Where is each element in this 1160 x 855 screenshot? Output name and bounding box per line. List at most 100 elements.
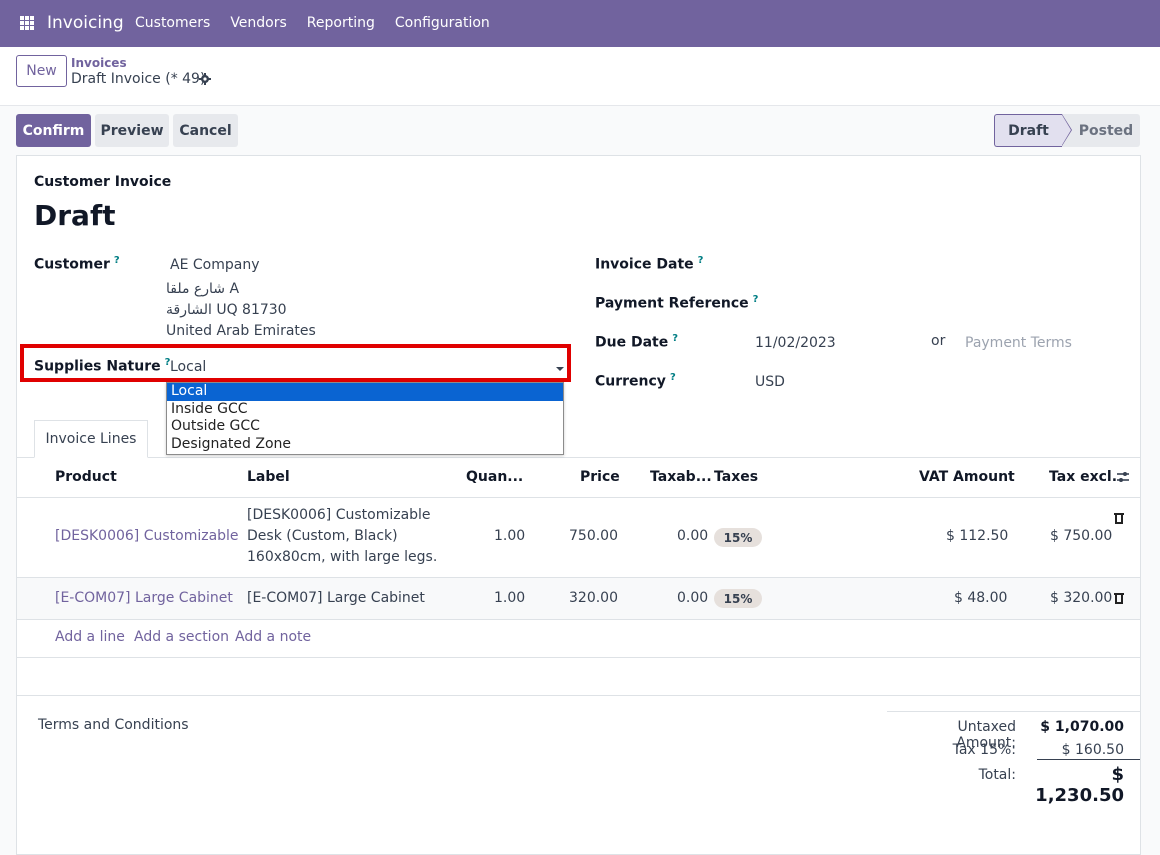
currency-label: Currency? [595, 372, 676, 390]
customer-label: Customer? [34, 255, 120, 273]
help-icon[interactable]: ? [114, 255, 120, 266]
help-icon[interactable]: ? [672, 333, 678, 344]
row2-vat-amount: $ 48.00 [954, 590, 1008, 606]
payment-reference-label: Payment Reference? [595, 294, 758, 312]
address-line-1: شارع ملقا A [166, 281, 240, 297]
row2-label[interactable]: [E-COM07] Large Cabinet [247, 590, 425, 606]
row2-tax-badge[interactable]: 15% [714, 589, 762, 608]
row1-tax-excl: $ 750.00 [1050, 528, 1113, 544]
col-label[interactable]: Label [247, 469, 290, 485]
row1-tax-badge[interactable]: 15% [714, 528, 762, 547]
tab-divider [17, 457, 1140, 458]
form-sheet: Customer Invoice Draft Customer? AE Comp… [16, 155, 1141, 855]
invoice-date-label: Invoice Date? [595, 255, 703, 273]
col-tax-excl[interactable]: Tax excl. [1049, 469, 1117, 485]
row2-quantity[interactable]: 1.00 [494, 590, 525, 606]
due-date-field[interactable]: 11/02/2023 [755, 335, 836, 351]
row1-label-line2[interactable]: Desk (Custom, Black) [247, 528, 398, 544]
breadcrumb-invoices[interactable]: Invoices [71, 56, 127, 70]
help-icon[interactable]: ? [670, 372, 676, 383]
col-vat-amount[interactable]: VAT Amount [919, 469, 1015, 485]
address-line-3: United Arab Emirates [166, 323, 316, 339]
status-bar: Draft Posted [994, 114, 1140, 147]
confirm-button[interactable]: Confirm [16, 114, 91, 147]
customer-label-text: Customer [34, 256, 110, 273]
row2-taxable[interactable]: 0.00 [677, 590, 708, 606]
new-button[interactable]: New [16, 55, 67, 87]
document-type: Customer Invoice [34, 174, 172, 190]
menu-reporting[interactable]: Reporting [307, 15, 375, 31]
control-panel: New Invoices Draft Invoice (* 49) [0, 47, 1160, 106]
supplies-nature-label-text: Supplies Nature [34, 358, 161, 375]
menu-configuration[interactable]: Configuration [395, 15, 490, 31]
chevron-down-icon[interactable] [556, 367, 564, 371]
section-separator [17, 695, 1140, 696]
add-section-link[interactable]: Add a section [134, 629, 229, 645]
payment-reference-field[interactable] [755, 292, 1125, 314]
total-value: $ 1,230.50 [1035, 764, 1124, 806]
or-text: or [931, 333, 946, 349]
totals-top-line [887, 711, 1140, 712]
tab-invoice-lines[interactable]: Invoice Lines [34, 420, 148, 458]
nav-menu: Customers Vendors Reporting Configuratio… [135, 15, 510, 31]
top-navbar: Invoicing Customers Vendors Reporting Co… [0, 0, 1160, 47]
apps-grid-icon[interactable] [20, 16, 34, 30]
menu-customers[interactable]: Customers [135, 15, 210, 31]
row1-label-line3[interactable]: 160x80cm, with large legs. [247, 549, 437, 565]
invoice-date-field[interactable] [755, 253, 1125, 275]
option-designated-zone[interactable]: Designated Zone [167, 436, 563, 454]
menu-vendors[interactable]: Vendors [230, 15, 286, 31]
currency-label-text: Currency [595, 373, 666, 390]
status-posted[interactable]: Posted [1062, 114, 1140, 147]
option-outside-gcc[interactable]: Outside GCC [167, 418, 563, 436]
currency-field[interactable]: USD [755, 374, 785, 390]
supplies-nature-dropdown: Local Inside GCC Outside GCC Designated … [166, 382, 564, 455]
payment-terms-field[interactable]: Payment Terms [965, 335, 1072, 351]
row1-taxable[interactable]: 0.00 [677, 528, 708, 544]
col-taxable[interactable]: Taxab... [650, 469, 712, 485]
help-icon[interactable]: ? [698, 255, 704, 266]
option-local[interactable]: Local [167, 383, 563, 401]
row1-vat-amount: $ 112.50 [946, 528, 1009, 544]
col-price[interactable]: Price [580, 469, 620, 485]
untaxed-amount-value: $ 1,070.00 [1040, 719, 1124, 735]
delete-row-icon[interactable] [1114, 512, 1124, 524]
option-inside-gcc[interactable]: Inside GCC [167, 401, 563, 419]
row1-product[interactable]: [DESK0006] Customizable De [55, 528, 241, 544]
app-name[interactable]: Invoicing [47, 13, 124, 33]
column-settings-icon[interactable] [1116, 470, 1130, 484]
table-end-separator [17, 657, 1140, 658]
customer-field[interactable]: AE Company [170, 257, 259, 273]
payment-reference-label-text: Payment Reference [595, 295, 749, 312]
tax-value: $ 160.50 [1061, 742, 1124, 758]
supplies-nature-label: Supplies Nature? [34, 357, 170, 375]
row1-label-line1[interactable]: [DESK0006] Customizable [247, 507, 431, 523]
supplies-nature-select[interactable]: Local [170, 359, 206, 375]
delete-row-icon[interactable] [1114, 592, 1124, 604]
page-title: Draft [34, 199, 116, 232]
gear-icon[interactable] [199, 73, 211, 85]
due-date-label-text: Due Date [595, 334, 669, 351]
preview-button[interactable]: Preview [95, 114, 169, 147]
cancel-button[interactable]: Cancel [173, 114, 238, 147]
row2-product[interactable]: [E-COM07] Large Cabinet [55, 590, 233, 606]
row2-tax-excl: $ 320.00 [1050, 590, 1113, 606]
add-note-link[interactable]: Add a note [235, 629, 311, 645]
col-product[interactable]: Product [55, 469, 117, 485]
row1-price[interactable]: 750.00 [569, 528, 618, 544]
status-draft[interactable]: Draft [994, 114, 1072, 147]
header-separator [17, 497, 1140, 498]
add-line-link[interactable]: Add a line [55, 629, 125, 645]
row1-quantity[interactable]: 1.00 [494, 528, 525, 544]
row2-price[interactable]: 320.00 [569, 590, 618, 606]
action-bar: Confirm Preview Cancel [16, 114, 242, 147]
total-line [1037, 759, 1140, 760]
invoice-date-label-text: Invoice Date [595, 256, 694, 273]
terms-conditions-field[interactable]: Terms and Conditions [38, 717, 189, 733]
row-separator [17, 619, 1140, 620]
address-line-2: الشارقة UQ 81730 [166, 302, 287, 318]
col-quantity[interactable]: Quan... [466, 469, 523, 485]
col-taxes[interactable]: Taxes [714, 469, 758, 485]
total-label: Total: [978, 767, 1016, 783]
due-date-label: Due Date? [595, 333, 678, 351]
